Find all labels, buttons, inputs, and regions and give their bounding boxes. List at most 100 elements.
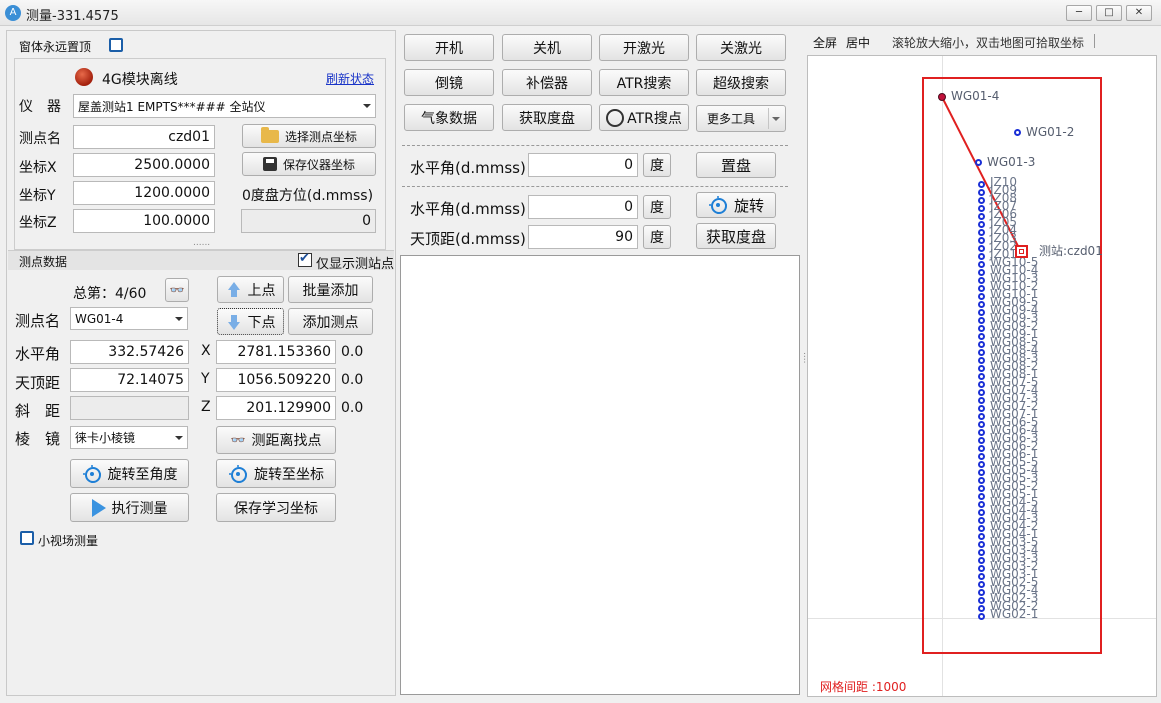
point-marker[interactable] (978, 613, 985, 620)
point-marker[interactable] (978, 381, 985, 388)
point-marker[interactable] (978, 373, 985, 380)
add-point-button[interactable]: 添加测点 (288, 308, 373, 335)
point-marker[interactable] (975, 159, 982, 166)
x-field[interactable]: 2781.153360 (216, 340, 336, 364)
point-marker[interactable] (978, 461, 985, 468)
point-marker[interactable] (978, 221, 985, 228)
slope-distance-field[interactable] (70, 396, 189, 420)
point-marker[interactable] (978, 181, 985, 188)
refresh-status-link[interactable]: 刷新状态 (326, 70, 374, 87)
point-marker[interactable] (978, 477, 985, 484)
station-name-field[interactable]: czd01 (73, 125, 215, 149)
save-instrument-coord-button[interactable]: 保存仪器坐标 (242, 152, 376, 176)
point-marker[interactable] (978, 325, 985, 332)
point-marker[interactable] (978, 437, 985, 444)
atr-point-search-button[interactable]: ATR搜点 (599, 104, 689, 131)
point-marker[interactable] (978, 253, 985, 260)
point-marker[interactable] (978, 341, 985, 348)
instrument-select[interactable]: 屋盖测站1 EMPTS***### 全站仪 (73, 94, 376, 118)
point-marker[interactable] (978, 261, 985, 268)
log-area[interactable] (400, 255, 800, 695)
point-marker[interactable] (978, 517, 985, 524)
selected-point-marker[interactable] (938, 93, 946, 101)
map-canvas[interactable]: WG01-4 WG01-2 WG01-3 JZ10 JZ09 JZ08 JZ07 JZ0… (807, 55, 1157, 697)
y-field[interactable]: 1056.509220 (216, 368, 336, 392)
point-marker[interactable] (978, 245, 985, 252)
weather-data-button[interactable]: 气象数据 (404, 104, 494, 131)
point-marker[interactable] (978, 573, 985, 580)
point-marker[interactable] (978, 581, 985, 588)
point-marker[interactable] (978, 525, 985, 532)
point-marker[interactable] (978, 597, 985, 604)
point-marker[interactable] (978, 237, 985, 244)
point-marker[interactable] (978, 605, 985, 612)
set-disk-button[interactable]: 置盘 (696, 152, 776, 178)
point-marker[interactable] (978, 213, 985, 220)
point-marker[interactable] (978, 453, 985, 460)
close-button[interactable]: ✕ (1126, 5, 1152, 21)
fullscreen-button[interactable]: 全屏 (813, 34, 837, 51)
super-search-button[interactable]: 超级搜索 (696, 69, 786, 96)
get-disk-button[interactable]: 获取度盘 (502, 104, 592, 131)
prev-point-button[interactable]: 上点 (217, 276, 284, 303)
point-marker[interactable] (978, 269, 985, 276)
point-marker[interactable] (978, 205, 985, 212)
select-point-coord-button[interactable]: 选择测点坐标 (242, 124, 376, 148)
splitter-grip[interactable]: ...... (193, 238, 210, 248)
degree-button-3[interactable]: 度 (643, 225, 671, 249)
point-marker[interactable] (978, 533, 985, 540)
batch-add-button[interactable]: 批量添加 (288, 276, 373, 303)
rotate-to-coord-button[interactable]: 旋转至坐标 (216, 459, 336, 488)
point-marker[interactable] (978, 501, 985, 508)
point-marker[interactable] (978, 509, 985, 516)
point-marker[interactable] (978, 365, 985, 372)
range-find-button[interactable]: 👓 测距离找点 (216, 426, 336, 454)
point-marker[interactable] (978, 229, 985, 236)
point-marker[interactable] (978, 285, 985, 292)
laser-off-button[interactable]: 关激光 (696, 34, 786, 61)
point-marker[interactable] (978, 317, 985, 324)
compensator-button[interactable]: 补偿器 (502, 69, 592, 96)
zenith-field[interactable]: 72.14075 (70, 368, 189, 392)
search-point-button[interactable]: 👓 (165, 278, 189, 302)
point-marker[interactable] (978, 469, 985, 476)
coord-x-field[interactable]: 2500.0000 (73, 153, 215, 177)
point-marker[interactable] (978, 189, 985, 196)
rot-h-angle-field[interactable]: 0 (528, 195, 638, 219)
power-on-button[interactable]: 开机 (404, 34, 494, 61)
point-marker[interactable] (978, 389, 985, 396)
point-marker[interactable] (978, 589, 985, 596)
point-marker[interactable] (978, 565, 985, 572)
prism-select[interactable]: 徕卡小棱镜 (70, 426, 188, 449)
point-marker[interactable] (978, 421, 985, 428)
next-point-button[interactable]: 下点 (217, 308, 284, 335)
set-h-angle-field[interactable]: 0 (528, 153, 638, 177)
z-field[interactable]: 201.129900 (216, 396, 336, 420)
laser-on-button[interactable]: 开激光 (599, 34, 689, 61)
degree-button-1[interactable]: 度 (643, 153, 671, 177)
horizontal-angle-field[interactable]: 332.57426 (70, 340, 189, 364)
rot-v-angle-field[interactable]: 90 (528, 225, 638, 249)
point-name-select[interactable]: WG01-4 (70, 307, 188, 330)
maximize-button[interactable]: □ (1096, 5, 1122, 21)
power-off-button[interactable]: 关机 (502, 34, 592, 61)
coord-y-field[interactable]: 1200.0000 (73, 181, 215, 205)
atr-search-button[interactable]: ATR搜索 (599, 69, 689, 96)
save-learn-coord-button[interactable]: 保存学习坐标 (216, 493, 336, 522)
point-marker[interactable] (978, 349, 985, 356)
point-marker[interactable] (978, 413, 985, 420)
point-marker[interactable] (978, 405, 985, 412)
center-button[interactable]: 居中 (846, 34, 870, 51)
point-marker[interactable] (978, 309, 985, 316)
point-marker[interactable] (978, 429, 985, 436)
station-marker[interactable] (1015, 245, 1028, 258)
small-fov-checkbox[interactable] (20, 531, 34, 545)
degree-button-2[interactable]: 度 (643, 195, 671, 219)
point-marker[interactable] (978, 445, 985, 452)
execute-measure-button[interactable]: 执行测量 (70, 493, 189, 522)
get-disk-reading-button[interactable]: 获取度盘 (696, 223, 776, 249)
point-marker[interactable] (978, 493, 985, 500)
point-marker[interactable] (978, 357, 985, 364)
point-marker[interactable] (978, 397, 985, 404)
face-switch-button[interactable]: 倒镜 (404, 69, 494, 96)
